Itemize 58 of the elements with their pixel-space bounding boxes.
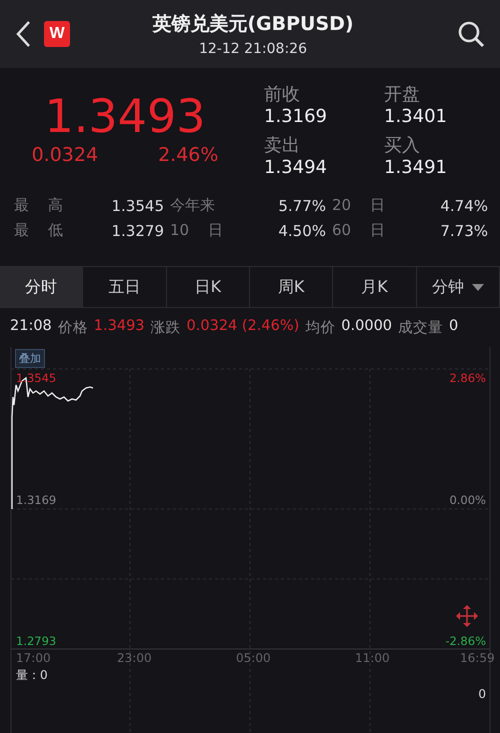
time-axis-label: 05:00: [236, 651, 271, 665]
stat-label: 60 日: [331, 221, 386, 240]
info-label: 涨跌: [150, 319, 181, 337]
info-label: 均价: [305, 319, 336, 337]
chart-tab[interactable]: 周K: [250, 267, 334, 307]
stat-label: 今年来: [169, 196, 216, 215]
field-value: 1.3169: [264, 106, 328, 127]
stat-label: 最 高: [13, 196, 64, 215]
last-price: 1.3493: [44, 90, 206, 142]
chart-tab[interactable]: 日K: [166, 267, 250, 307]
volume-label: 量：0: [16, 667, 48, 684]
stat-value: 1.3279: [110, 222, 165, 240]
info-value: 21:08: [10, 318, 52, 336]
app-logo[interactable]: W: [44, 21, 70, 47]
field-label: 开盘: [384, 83, 421, 106]
overlay-button[interactable]: 叠加: [15, 349, 45, 368]
info-label: 价格: [58, 319, 88, 337]
move-icon[interactable]: [454, 603, 480, 629]
price-axis-label: 1.3545: [16, 371, 56, 385]
quote-time: 12-12 21:08:26: [198, 41, 307, 57]
stat-value: 7.73%: [439, 222, 489, 240]
price-axis-label: 1.2793: [16, 634, 56, 648]
info-value: 1.3493: [94, 318, 145, 336]
chart-tab[interactable]: 五日: [83, 267, 167, 307]
info-value: 0.0324 (2.46%): [186, 318, 300, 336]
window-title: 英镑兑美元(GBPUSD): [152, 12, 354, 37]
stat-value: 1.3545: [110, 196, 165, 214]
volume-axis-label: 0: [478, 687, 486, 701]
time-axis-label: 23:00: [117, 651, 152, 665]
field-value: 1.3491: [384, 157, 448, 178]
stat-value: 4.74%: [439, 196, 489, 214]
info-value: 0: [449, 318, 458, 336]
percent-change: 2.46%: [158, 144, 218, 166]
field-label: 前收: [264, 83, 301, 106]
price-change: 0.0324: [32, 144, 98, 166]
field-value: 1.3494: [264, 157, 328, 178]
price-axis-label: 1.3169: [16, 493, 56, 507]
field-label: 卖出: [264, 134, 301, 157]
stat-label: 最 低: [13, 221, 64, 240]
chart-tab[interactable]: 分钟: [416, 267, 500, 307]
percent-axis-label: 0.00%: [449, 493, 486, 507]
field-label: 买入: [384, 134, 421, 157]
field-value: 1.3401: [384, 106, 448, 127]
stat-value: 4.50%: [277, 222, 327, 240]
stat-value: 5.77%: [277, 196, 327, 214]
stat-label: 20 日: [331, 196, 386, 215]
chart-tab[interactable]: 分时: [0, 267, 84, 307]
time-axis-label: 17:00: [16, 651, 51, 665]
stat-label: 10 日: [169, 221, 224, 240]
chart-tab[interactable]: 月K: [333, 267, 417, 307]
time-axis-label: 11:00: [355, 651, 390, 665]
time-axis-label: 16:59: [460, 651, 495, 665]
info-value: 0.0000: [341, 318, 392, 336]
percent-axis-label: -2.86%: [445, 634, 486, 648]
info-label: 成交量: [398, 318, 444, 337]
search-icon[interactable]: [456, 19, 486, 49]
caret-icon: [472, 284, 484, 290]
percent-axis-label: 2.86%: [449, 371, 486, 385]
